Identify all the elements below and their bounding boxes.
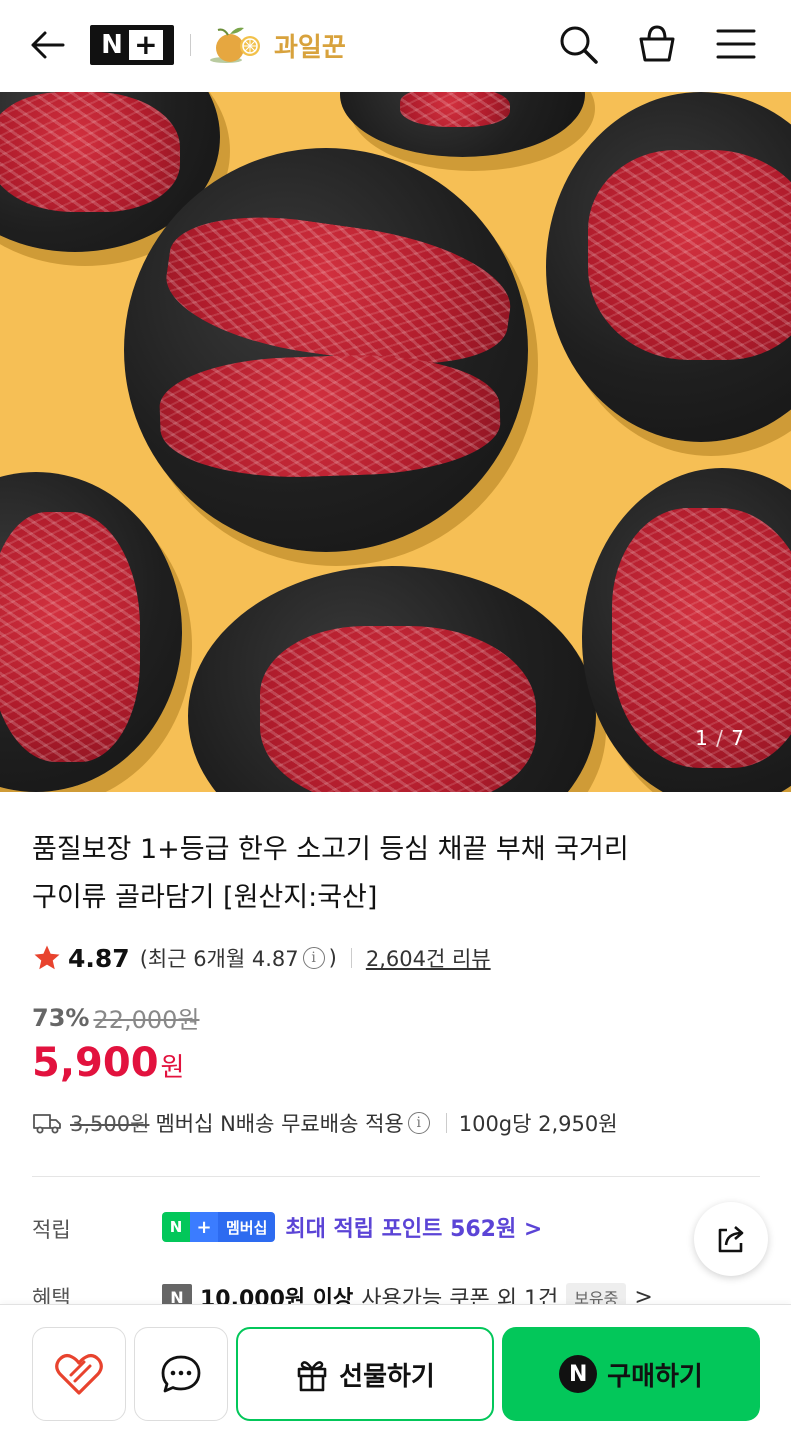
max-points-text: 최대 적립 포인트 562원 > [285, 1217, 543, 1242]
review-count-link[interactable]: 2,604건 리뷰 [366, 943, 491, 973]
shipping-divider [445, 1113, 447, 1133]
hamburger-menu-icon [716, 29, 756, 59]
shipping-info-icon[interactable]: i [407, 1112, 430, 1134]
product-image-carousel[interactable]: 1 / 7 [0, 92, 791, 792]
logo-plus-text: + [128, 30, 163, 60]
rating-row: 4.87 (최근 6개월 4.87 i ) 2,604건 리뷰 [32, 940, 491, 976]
plate-bottom-left [0, 472, 182, 792]
wishlist-button[interactable] [32, 1327, 126, 1421]
header-divider [190, 34, 191, 56]
chat-button[interactable] [134, 1327, 228, 1421]
buy-label: 구매하기 [607, 1361, 703, 1392]
counter-slash: / [708, 726, 732, 750]
star-icon [34, 945, 60, 970]
meat-slice [0, 92, 180, 212]
plate-top-center [340, 92, 585, 157]
currency-unit: 원 [160, 1053, 185, 1083]
meat-cubes [0, 512, 140, 762]
plate-right [546, 92, 791, 442]
discount-row: 73% 22,000원 [32, 1000, 200, 1035]
badge-n: N [162, 1212, 190, 1242]
gift-label: 선물하기 [339, 1361, 435, 1392]
naver-plus-membership-badge: N + 멤버십 [162, 1212, 276, 1242]
plate-bottom-right [582, 468, 791, 792]
meat-slice [588, 150, 791, 360]
chat-bubble-icon [161, 1355, 201, 1393]
rating-divider [350, 948, 352, 968]
bottom-action-bar: 선물하기 N 구매하기 [0, 1304, 791, 1440]
rating-recent: (최근 6개월 4.87 [139, 947, 299, 971]
image-counter: 1 / 7 [695, 726, 745, 750]
sale-price: 5,900 [32, 1040, 159, 1086]
meat-steak-bottom [158, 350, 502, 482]
shipping-text: 멤버십 N배송 무료배송 적용 [155, 1112, 404, 1136]
sale-price-row: 5,900 원 [32, 1040, 184, 1086]
points-row[interactable]: N + 멤버십 최대 적립 포인트 562원 > [162, 1210, 542, 1244]
plate-bottom-center [188, 566, 596, 792]
product-title: 품질보장 1+등급 한우 소고기 등심 채끝 부채 국거리 구이류 골라담기 [… [32, 826, 732, 922]
share-icon [718, 1226, 744, 1253]
search-button[interactable] [554, 20, 602, 68]
image-index: 1 [695, 726, 709, 750]
heart-icon [55, 1353, 103, 1395]
title-line-2: 구이류 골라담기 [원산지:국산] [32, 882, 378, 913]
shipping-old-fee: 3,500원 [70, 1112, 150, 1136]
buy-button[interactable]: N 구매하기 [502, 1327, 760, 1421]
section-divider [32, 1176, 760, 1177]
logo-n-text: N [101, 30, 123, 60]
meat-pieces [260, 626, 536, 792]
image-total: 7 [731, 726, 745, 750]
gift-icon [297, 1361, 327, 1392]
meat-steak-top [158, 202, 519, 380]
original-price: 22,000원 [93, 1006, 200, 1034]
menu-button[interactable] [712, 20, 760, 68]
share-button[interactable] [694, 1202, 768, 1276]
arrow-left-icon [31, 31, 65, 59]
meat-slice [400, 92, 510, 127]
discount-rate: 73% [32, 1003, 90, 1032]
delivery-truck-icon [33, 1114, 61, 1134]
rating-score: 4.87 [68, 943, 130, 973]
fruit-logo-icon [210, 27, 260, 63]
shopping-basket-icon [639, 25, 675, 62]
gift-button[interactable]: 선물하기 [236, 1327, 494, 1421]
rating-recent-close: ) [328, 946, 337, 970]
badge-plus: + [190, 1212, 218, 1242]
naver-plus-logo[interactable]: N + [90, 25, 174, 65]
store-logo[interactable]: 과일꾼 [206, 22, 346, 68]
info-icon[interactable]: i [302, 947, 325, 969]
cart-button[interactable] [633, 20, 681, 68]
top-header: N + 과일꾼 [0, 0, 791, 92]
points-label: 적립 [32, 1218, 71, 1242]
back-button[interactable] [24, 22, 70, 68]
naver-pay-n-icon: N [559, 1355, 598, 1393]
store-name: 과일꾼 [274, 32, 346, 63]
plate-center [124, 148, 528, 552]
badge-membership: 멤버십 [218, 1212, 276, 1242]
shipping-row: 3,500원 멤버십 N배송 무료배송 적용 i 100g당 2,950원 [32, 1106, 618, 1140]
search-icon [560, 26, 598, 64]
unit-price: 100g당 2,950원 [458, 1112, 618, 1136]
title-line-1: 품질보장 1+등급 한우 소고기 등심 채끝 부채 국거리 [32, 834, 629, 865]
